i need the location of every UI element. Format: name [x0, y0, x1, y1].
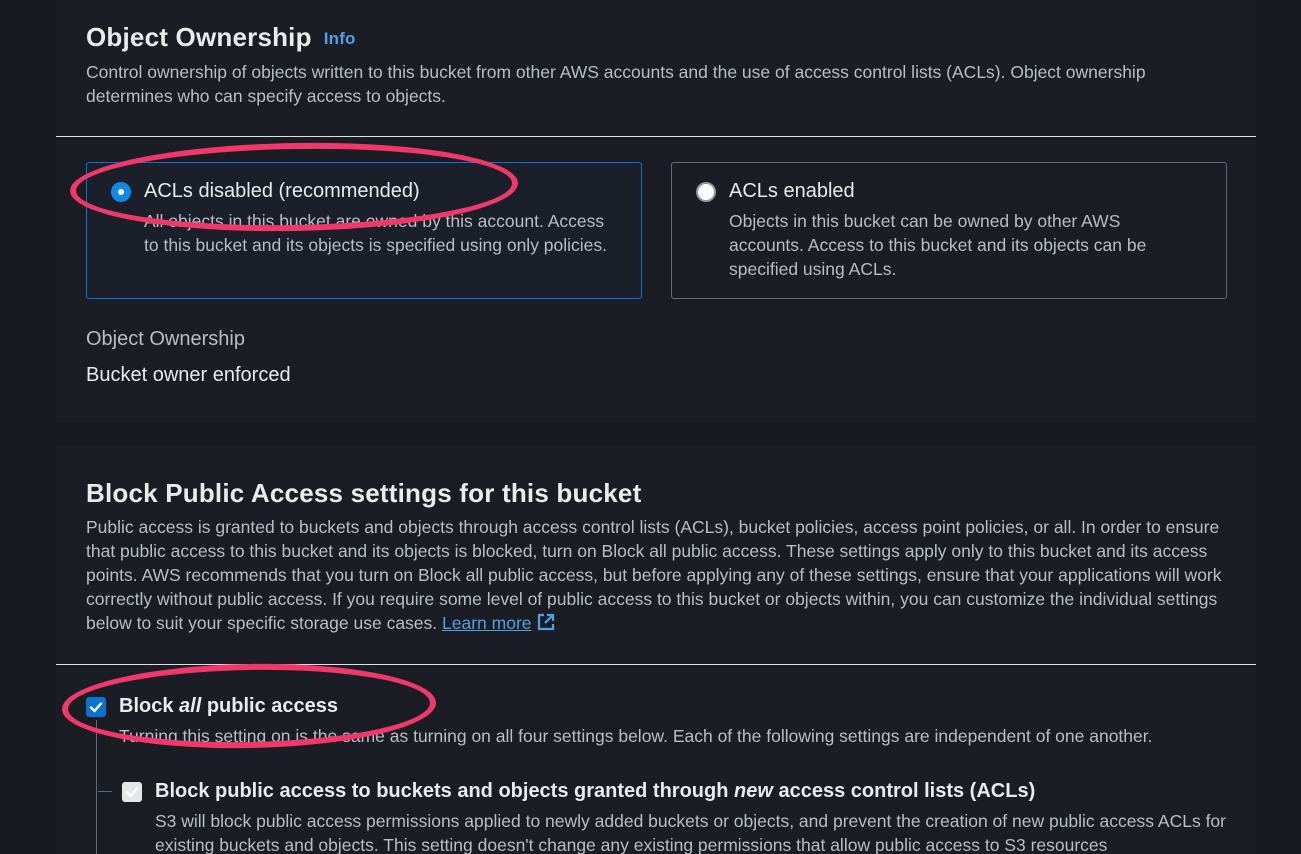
block-public-access-description: Public access is granted to buckets and …	[86, 515, 1226, 635]
object-ownership-setting-key: Object Ownership	[86, 328, 245, 350]
block-all-label-suffix: public access	[201, 695, 339, 717]
acls-disabled-label: ACLs disabled (recommended)	[144, 180, 420, 202]
checkmark-icon	[125, 787, 139, 798]
block-new-acls-label-em: new	[734, 780, 773, 802]
block-all-label-em: all	[179, 695, 202, 717]
learn-more-link[interactable]: Learn more	[442, 613, 532, 633]
tree-line-vertical	[96, 720, 97, 854]
block-all-label-prefix: Block	[119, 695, 180, 717]
tree-line-branch	[98, 791, 112, 792]
block-new-acls-label: Block public access to buckets and objec…	[155, 780, 1035, 803]
object-ownership-panel: Object Ownership Info Control ownership o…	[56, 0, 1256, 422]
s3-create-bucket-page: Object Ownership Info Control ownership o…	[0, 0, 1301, 854]
acls-disabled-description: All objects in this bucket are owned by …	[144, 211, 608, 255]
object-ownership-description: Control ownership of objects written to …	[86, 62, 1146, 106]
object-ownership-heading: Object Ownership Info	[86, 22, 356, 53]
external-link-icon[interactable]	[536, 612, 556, 632]
block-public-access-title: Block Public Access settings for this bu…	[86, 478, 642, 508]
object-ownership-setting-value: Bucket owner enforced	[86, 364, 291, 386]
acls-enabled-description: Objects in this bucket can be owned by o…	[729, 211, 1147, 279]
acls-disabled-radio[interactable]	[111, 182, 131, 202]
info-link[interactable]: Info	[324, 29, 356, 48]
acls-disabled-tile[interactable]: ACLs disabled (recommended) All objects …	[86, 162, 642, 299]
checkmark-icon	[89, 702, 103, 713]
divider	[56, 136, 1256, 137]
block-new-acls-description: S3 will block public access permissions …	[155, 811, 1226, 854]
block-new-acls-checkbox[interactable]	[122, 782, 142, 802]
acls-enabled-radio[interactable]	[696, 182, 716, 202]
block-new-acls-label-prefix: Block public access to buckets and objec…	[155, 780, 735, 802]
block-all-public-access-label: Block all public access	[119, 695, 338, 718]
acls-enabled-tile[interactable]: ACLs enabled Objects in this bucket can …	[671, 162, 1227, 299]
divider	[56, 664, 1256, 665]
acls-enabled-label: ACLs enabled	[729, 180, 855, 202]
learn-more-label: Learn more	[442, 613, 532, 633]
block-new-acls-label-suffix: access control lists (ACLs)	[772, 780, 1036, 802]
block-public-access-description-text: Public access is granted to buckets and …	[86, 517, 1222, 633]
block-all-public-access-description: Turning this setting on is the same as t…	[119, 726, 1153, 746]
block-public-access-panel: Block Public Access settings for this bu…	[56, 445, 1256, 854]
block-all-public-access-checkbox[interactable]	[86, 697, 106, 717]
object-ownership-title: Object Ownership	[86, 22, 312, 52]
